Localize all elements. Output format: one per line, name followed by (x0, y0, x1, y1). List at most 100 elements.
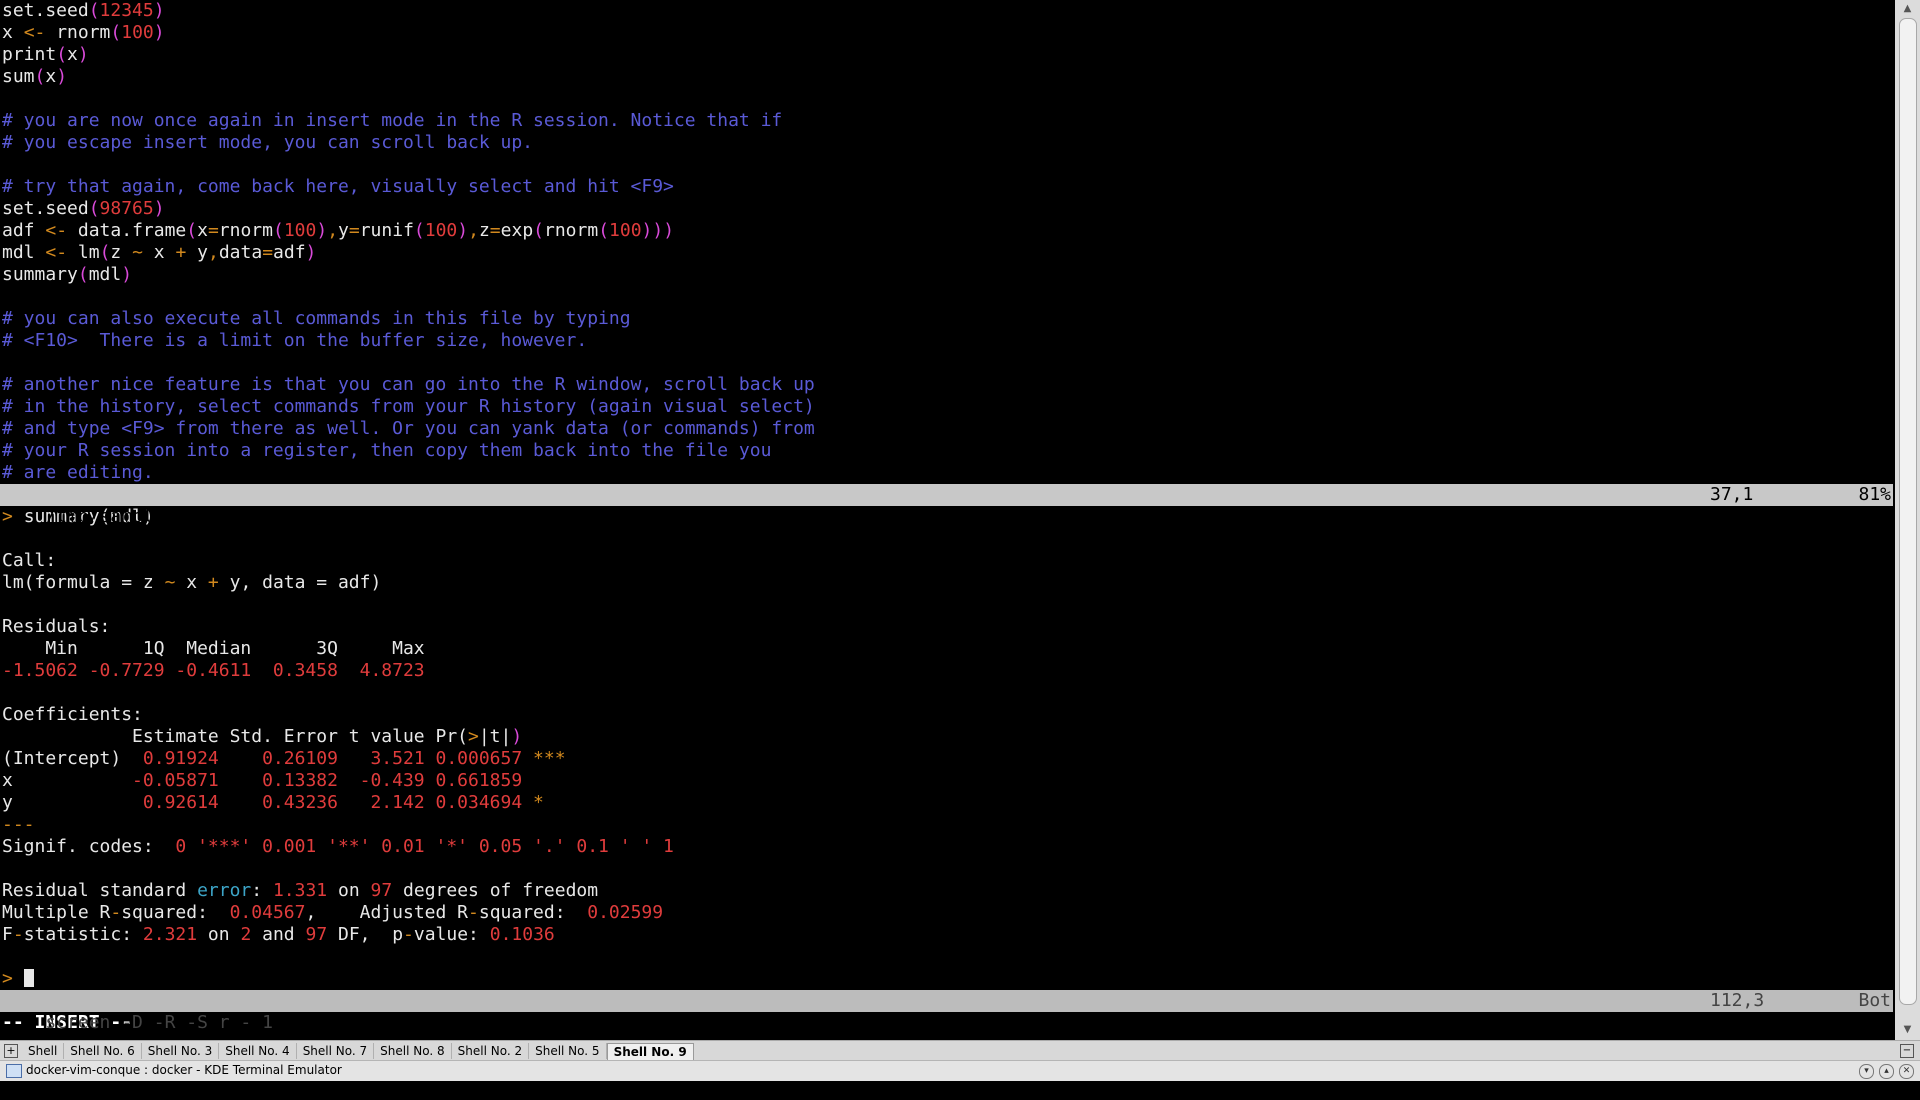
code-token: y (338, 220, 349, 241)
code-token: ( (99, 242, 111, 263)
code-token: x (45, 66, 57, 87)
code-token: set.seed (2, 0, 89, 21)
code-token: Estimate Std. Error t value Pr( (2, 726, 468, 747)
code-token: # you can also execute all commands in t… (2, 308, 631, 329)
editor-line: # you escape insert mode, you can scroll… (0, 132, 1893, 154)
r-session-pane[interactable]: > summary(mdl) Call:lm(formula = z ~ x + … (0, 506, 1893, 968)
code-token: y (186, 242, 208, 263)
tab-shell-no-5[interactable]: Shell No. 5 (529, 1043, 607, 1059)
code-token: ~ (164, 572, 176, 593)
code-token: statistic: (23, 924, 143, 945)
code-token: 97 (305, 924, 328, 945)
scroll-down-icon[interactable]: ▼ (1895, 1022, 1920, 1038)
close-window-icon[interactable]: ✕ (1899, 1064, 1914, 1079)
maximize-icon[interactable]: ▴ (1879, 1064, 1894, 1079)
code-token: = (207, 220, 219, 241)
r-session-status: screen -D -R -S r - 1 (45, 1012, 273, 1033)
r-prompt-line[interactable]: > (0, 968, 1893, 990)
code-token: 98765 (99, 198, 154, 219)
code-token: sum (2, 66, 35, 87)
vim-editor-pane[interactable]: set.seed(12345) x <- rnorm(100) print(x) su… (0, 0, 1893, 484)
r-output-line: Multiple R-squared: 0.04567, Adjusted R-… (0, 902, 1893, 924)
tab-shell-no-8[interactable]: Shell No. 8 (374, 1043, 452, 1059)
r-output-line: y 0.92614 0.43236 2.142 0.034694 * (0, 792, 1893, 814)
new-tab-icon[interactable]: + (4, 1044, 18, 1058)
code-token: > (468, 726, 479, 747)
tab-shell[interactable]: Shell (22, 1043, 65, 1059)
code-token: ) (56, 66, 68, 87)
code-token: 0.1036 (489, 924, 555, 945)
code-token: DF, p (327, 924, 404, 945)
code-token: -1.5062 -0.7729 -0.4611 0.3458 4.8723 (2, 660, 436, 681)
code-token: squared: (121, 902, 230, 923)
code-token: y, data = adf) (218, 572, 382, 593)
r-output-line: > summary(mdl) (0, 506, 1893, 528)
editor-line: set.seed(98765) (0, 198, 1893, 220)
editor-line: # you can also execute all commands in t… (0, 308, 1893, 330)
code-token: ~ (132, 242, 143, 263)
r-output-line: Call: (0, 550, 1893, 572)
code-token: ( (413, 220, 425, 241)
tab-shell-no-7[interactable]: Shell No. 7 (297, 1043, 375, 1059)
code-token: ( (186, 220, 198, 241)
scroll-up-icon[interactable]: ▲ (1895, 1, 1920, 17)
code-token: ( (598, 220, 610, 241)
code-token: , (468, 220, 479, 241)
code-token: x (2, 22, 24, 43)
code-token: runif (359, 220, 414, 241)
code-token: ) (77, 44, 89, 65)
code-token: , Adjusted R (305, 902, 469, 923)
code-token: Residuals: (2, 616, 111, 637)
code-token: 0.91924 0.26109 3.521 0.000657 (142, 748, 534, 769)
tab-shell-no-4[interactable]: Shell No. 4 (219, 1043, 297, 1059)
code-token: = (348, 220, 360, 241)
r-output-line: --- (0, 814, 1893, 836)
code-token: - (110, 902, 122, 923)
scrollbar-thumb[interactable] (1899, 18, 1917, 1005)
code-token: 1.331 (272, 880, 328, 901)
editor-line: # in the history, select commands from y… (0, 396, 1893, 418)
code-token: ( (77, 264, 89, 285)
editor-cursor-position: 37,1 (1710, 484, 1754, 505)
close-tab-icon[interactable]: − (1900, 1044, 1914, 1058)
r-output-line (0, 528, 1893, 550)
code-token: , (327, 220, 339, 241)
code-token: ( (272, 220, 284, 241)
code-token: rnorm (544, 220, 599, 241)
editor-line: # try that again, come back here, visual… (0, 176, 1893, 198)
terminal-scrollbar[interactable]: ▲ ▼ (1895, 0, 1920, 1040)
code-token: ) (511, 726, 523, 747)
tab-shell-no-3[interactable]: Shell No. 3 (142, 1043, 220, 1059)
code-token: ) (153, 198, 165, 219)
tab-shell-no-6[interactable]: Shell No. 6 (64, 1043, 142, 1059)
code-token: 2.321 (142, 924, 198, 945)
code-token: ( (56, 44, 68, 65)
code-token: 100 (121, 22, 154, 43)
r-session-cursor-position: 112,3 (1710, 990, 1765, 1011)
code-token: = (262, 242, 274, 263)
code-token: adf (273, 242, 306, 263)
code-token: error (197, 880, 252, 901)
code-token: + (207, 572, 219, 593)
minimize-icon[interactable]: ▾ (1859, 1064, 1874, 1079)
code-token: x (175, 572, 208, 593)
code-token: 0 '***' 0.001 '**' 0.01 '*' 0.05 '.' 0.1… (175, 836, 674, 857)
code-token: x (2, 770, 133, 791)
code-token: mdl (2, 242, 46, 263)
tab-shell-no-2[interactable]: Shell No. 2 (452, 1043, 530, 1059)
code-token: 97 (370, 880, 393, 901)
vim-mode-indicator: -- INSERT -- (0, 1012, 1893, 1034)
editor-statusline: /tmp/sample.R 37,1 81% (0, 484, 1893, 527)
editor-line: x <- rnorm(100) (0, 22, 1893, 44)
code-token: ) (153, 0, 165, 21)
tab-shell-no-9[interactable]: Shell No. 9 (606, 1043, 694, 1061)
terminal-area[interactable]: set.seed(12345) x <- rnorm(100) print(x) su… (0, 0, 1893, 1037)
r-output-line (0, 858, 1893, 880)
code-token: # are editing. (2, 462, 154, 483)
editor-line: adf <- data.frame(x=rnorm(100),y=runif(1… (0, 220, 1893, 242)
terminal-app-icon (6, 1064, 22, 1078)
code-token: ) (316, 220, 328, 241)
